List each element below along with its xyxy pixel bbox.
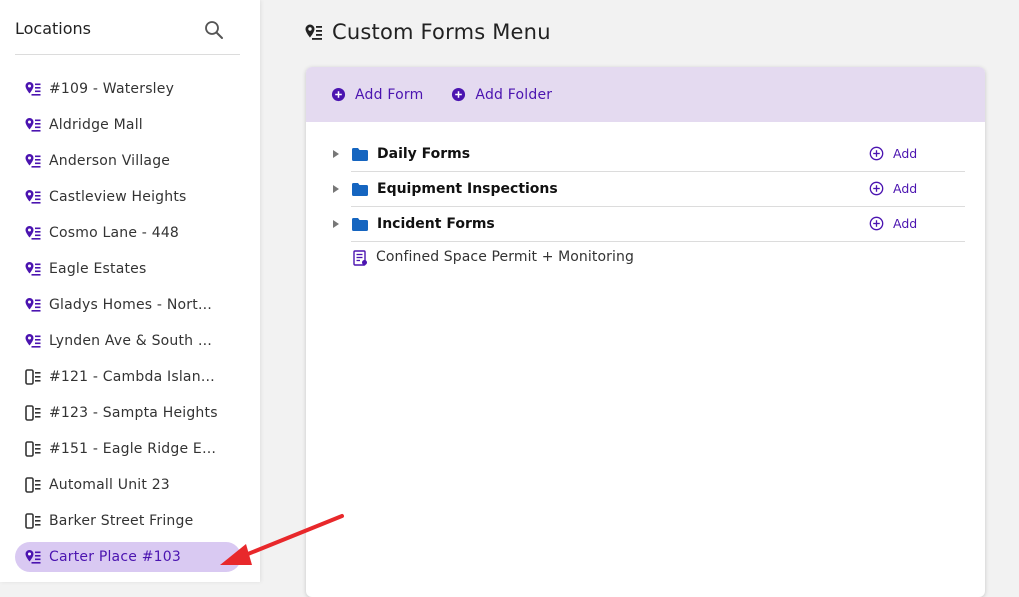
page-title-text: Custom Forms Menu xyxy=(332,20,551,44)
folder-name[interactable]: Incident Forms xyxy=(377,216,495,232)
folder-name[interactable]: Daily Forms xyxy=(377,146,470,162)
mobile-list-icon xyxy=(24,440,42,458)
sidebar-title: Locations xyxy=(15,19,92,38)
sidebar-item-label: Cosmo Lane - 448 xyxy=(49,225,180,241)
sidebar-item[interactable]: Barker Street Fringe xyxy=(15,503,241,539)
sidebar-item[interactable]: Aldridge Mall xyxy=(15,107,241,143)
mobile-list-icon xyxy=(24,404,42,422)
location-pin-list-icon xyxy=(24,116,42,134)
caret-right-icon[interactable] xyxy=(331,184,341,194)
sidebar-item-label: Lynden Ave & South Fr… xyxy=(49,333,219,349)
add-label: Add xyxy=(893,146,918,161)
sidebar-item-selected[interactable]: Carter Place #103 xyxy=(15,542,241,572)
forms-toolbar: Add Form Add Folder xyxy=(306,67,985,122)
sidebar-item[interactable]: Anderson Village xyxy=(15,143,241,179)
sidebar-item[interactable]: Automall Unit 23 xyxy=(15,467,241,503)
sidebar-item[interactable]: #109 - Watersley xyxy=(15,71,241,107)
add-label: Add xyxy=(893,216,918,231)
mobile-list-icon xyxy=(24,476,42,494)
sidebar-header: Locations xyxy=(15,18,240,55)
forms-panel: Add Form Add Folder Daily Forms Add Equipm… xyxy=(306,67,985,597)
mobile-list-icon xyxy=(24,368,42,386)
add-to-folder-button[interactable]: Add xyxy=(869,181,917,196)
sidebar-item-label: #151 - Eagle Ridge Esta… xyxy=(49,441,219,457)
folder-row: Incident Forms Add xyxy=(331,207,965,242)
sidebar-item-label: #121 - Cambda Island D… xyxy=(49,369,219,385)
sidebar-item-label: Anderson Village xyxy=(49,153,171,169)
form-row[interactable]: Confined Space Permit + Monitoring xyxy=(331,242,965,272)
sidebar-item[interactable]: #123 - Sampta Heights xyxy=(15,395,241,431)
add-to-folder-button[interactable]: Add xyxy=(869,216,917,231)
add-form-label: Add Form xyxy=(355,86,424,103)
sidebar-item[interactable]: Castleview Heights xyxy=(15,179,241,215)
form-name: Confined Space Permit + Monitoring xyxy=(376,249,634,265)
sidebar-item[interactable]: Gladys Homes - North … xyxy=(15,287,241,323)
sidebar-item-label: #123 - Sampta Heights xyxy=(49,405,218,421)
location-pin-list-icon xyxy=(24,296,42,314)
plus-circle-icon xyxy=(331,87,346,102)
add-label: Add xyxy=(893,181,918,196)
location-pin-list-icon xyxy=(24,224,42,242)
folder-name[interactable]: Equipment Inspections xyxy=(377,181,558,197)
sidebar-item-label: Gladys Homes - North … xyxy=(49,297,219,313)
sidebar-item-label: Aldridge Mall xyxy=(49,117,143,133)
location-pin-list-icon xyxy=(24,548,42,566)
sidebar-item[interactable]: #151 - Eagle Ridge Esta… xyxy=(15,431,241,467)
location-pin-list-icon xyxy=(24,80,42,98)
page-title: Custom Forms Menu xyxy=(304,20,551,44)
add-form-button[interactable]: Add Form xyxy=(331,87,423,103)
folder-icon xyxy=(352,183,368,196)
forms-tree: Daily Forms Add Equipment Inspections Add In… xyxy=(331,137,965,272)
folder-row: Daily Forms Add xyxy=(331,137,965,172)
plus-circle-outline-icon xyxy=(869,181,884,196)
sidebar-item-label: Castleview Heights xyxy=(49,189,187,205)
sidebar-item-label: Eagle Estates xyxy=(49,261,147,277)
plus-circle-outline-icon xyxy=(869,216,884,231)
sidebar-item-label: Automall Unit 23 xyxy=(49,477,170,493)
sidebar-item-label: Barker Street Fringe xyxy=(49,513,194,529)
mobile-list-icon xyxy=(24,512,42,530)
folder-row: Equipment Inspections Add xyxy=(331,172,965,207)
sidebar-item[interactable]: Cosmo Lane - 448 xyxy=(15,215,241,251)
sidebar-item[interactable]: Eagle Estates xyxy=(15,251,241,287)
folder-icon xyxy=(352,218,368,231)
location-pin-list-icon xyxy=(24,260,42,278)
caret-right-icon[interactable] xyxy=(331,219,341,229)
sidebar-item-label: Carter Place #103 xyxy=(49,549,181,565)
location-list: #109 - Watersley Aldridge Mall Anderson Vi… xyxy=(15,71,241,572)
add-folder-button[interactable]: Add Folder xyxy=(451,87,552,103)
form-document-icon xyxy=(353,250,367,266)
location-pin-list-icon xyxy=(304,22,324,42)
sidebar-item[interactable]: Lynden Ave & South Fr… xyxy=(15,323,241,359)
sidebar: Locations #109 - Watersley Aldridge Mall A… xyxy=(0,0,260,582)
add-to-folder-button[interactable]: Add xyxy=(869,146,917,161)
location-pin-list-icon xyxy=(24,332,42,350)
folder-icon xyxy=(352,148,368,161)
search-icon[interactable] xyxy=(204,20,224,40)
sidebar-item[interactable]: #121 - Cambda Island D… xyxy=(15,359,241,395)
sidebar-item-label: #109 - Watersley xyxy=(49,81,175,97)
location-pin-list-icon xyxy=(24,152,42,170)
plus-circle-icon xyxy=(452,87,466,102)
location-pin-list-icon xyxy=(24,188,42,206)
caret-right-icon[interactable] xyxy=(331,149,341,159)
plus-circle-outline-icon xyxy=(869,146,884,161)
add-folder-label: Add Folder xyxy=(475,86,553,103)
